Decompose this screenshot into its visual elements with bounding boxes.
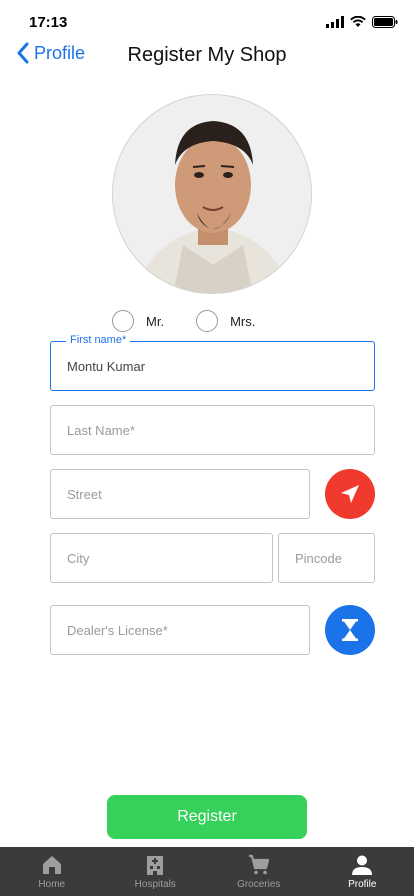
first-name-label: First name* [66,334,131,346]
nav-bar: Profile Register My Shop [0,36,414,76]
avatar[interactable] [112,94,312,294]
locate-button[interactable] [325,469,375,519]
page-title: Register My Shop [127,44,287,66]
street-input[interactable] [51,470,309,518]
profile-photo [113,95,311,293]
person-icon [352,855,373,875]
tab-home-label: Home [38,879,66,890]
status-icons [326,16,398,28]
radio-mrs-circle[interactable] [196,310,219,332]
pincode-input[interactable] [279,534,374,582]
hourglass-icon [342,619,358,641]
tab-groceries-label: Groceries [237,879,281,890]
tab-profile[interactable]: Profile [311,847,414,896]
dealer-license-field [50,605,310,655]
navigation-arrow-icon [341,485,359,503]
pincode-field [278,533,375,583]
home-icon [42,856,61,874]
register-button[interactable]: Register [107,795,307,839]
radio-mr-label: Mr. [146,313,165,329]
first-name-field: First name* [50,334,375,391]
wifi-icon [350,16,366,27]
tab-bar: Home Hospitals Groceries Profile [0,847,414,896]
city-field [50,533,273,583]
tab-home[interactable]: Home [0,847,104,896]
signal-icon [326,16,344,28]
status-time: 17:13 [29,14,68,31]
tab-hospitals-label: Hospitals [134,879,176,890]
tab-profile-label: Profile [348,879,377,890]
radio-mrs-label: Mrs. [230,313,256,329]
dealer-license-input[interactable] [51,606,309,654]
tab-groceries[interactable]: Groceries [207,847,311,896]
hospital-icon [147,856,164,875]
battery-icon [372,16,398,28]
last-name-input[interactable] [51,406,374,454]
radio-mr-circle[interactable] [112,310,134,332]
first-name-input[interactable] [51,342,374,390]
city-input[interactable] [51,534,272,582]
last-name-field [50,405,375,455]
cart-icon [248,854,269,875]
radio-mr[interactable]: Mr. [112,310,164,332]
radio-mrs[interactable]: Mrs. [196,310,255,332]
license-status-button[interactable] [325,605,375,655]
salutation-radio-group: Mr. Mrs. [112,310,255,332]
tab-hospitals[interactable]: Hospitals [104,847,208,896]
street-field [50,469,310,519]
